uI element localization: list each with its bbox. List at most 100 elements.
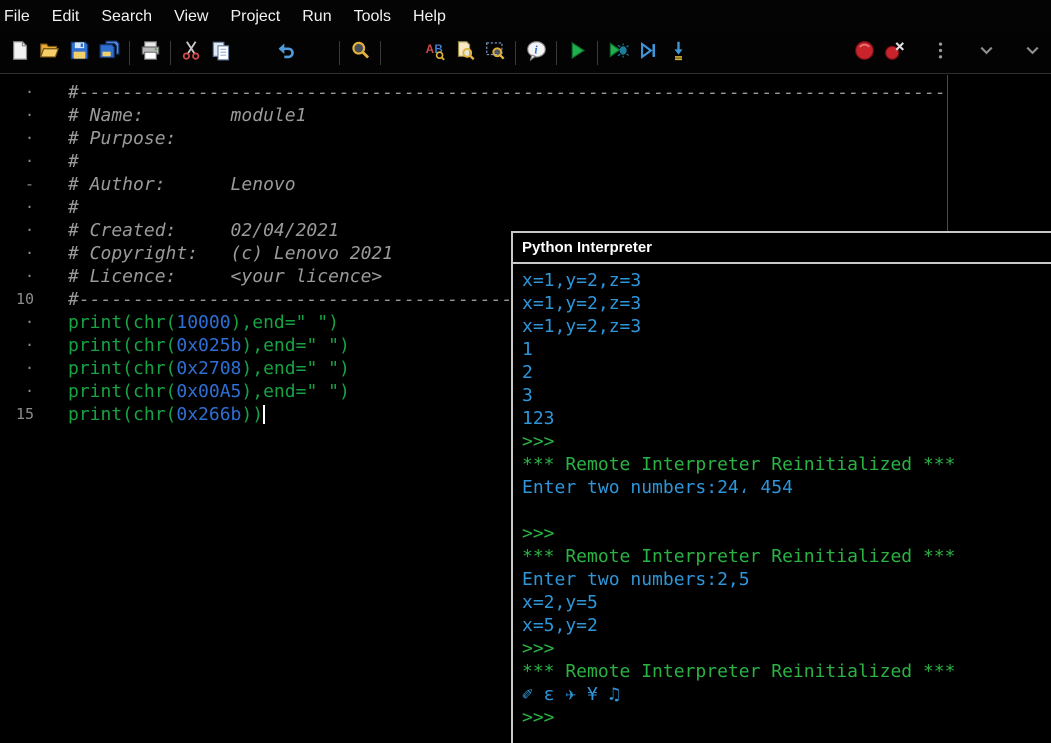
toolbar-separator [556, 41, 557, 65]
interpreter-title-bar[interactable]: Python Interpreter [513, 233, 1051, 264]
find-in-files-icon [455, 40, 476, 66]
gutter-cell[interactable]: · [0, 81, 36, 104]
code-text: print(chr(0x00A5),end=" ") [68, 380, 350, 403]
step-into-button[interactable] [663, 38, 693, 68]
code-line[interactable]: · # Name: module1 [0, 104, 1051, 127]
gutter-cell[interactable]: 10 [0, 288, 36, 311]
run-icon [567, 40, 588, 66]
info-button[interactable]: i [521, 38, 551, 68]
console-line: Enter two numbers:24، 454 [522, 477, 793, 498]
open-folder-button[interactable] [34, 38, 64, 68]
find-in-files-button[interactable] [450, 38, 480, 68]
code-token: " " [295, 312, 329, 333]
console-line: x=1,y=2,z=3 [522, 270, 642, 291]
toolbar-separator [597, 41, 598, 65]
code-line[interactable]: · # [0, 196, 1051, 219]
save-button[interactable] [64, 38, 94, 68]
step-into-icon [668, 40, 689, 66]
code-token: )) [241, 404, 264, 425]
find-button[interactable] [345, 38, 375, 68]
console-line: ✐ ɛ ✈ ¥ ♫ [522, 684, 620, 705]
find-replace-button[interactable]: AB [420, 38, 450, 68]
comment-token: # Purpose: [68, 128, 177, 149]
toolbar-separator [515, 41, 516, 65]
menu-edit[interactable]: Edit [41, 1, 91, 33]
new-file-button[interactable] [4, 38, 34, 68]
code-text: # Author: Lenovo [68, 173, 296, 196]
code-token: ) [338, 381, 350, 402]
debug-button[interactable] [603, 38, 633, 68]
new-file-icon [9, 40, 30, 66]
console-line: x=5,y=2 [522, 615, 598, 636]
menu-run[interactable]: Run [291, 1, 342, 33]
code-line[interactable]: - # Author: Lenovo [0, 173, 1051, 196]
open-folder-icon [39, 40, 60, 66]
code-text: print(chr(10000),end=" ") [68, 311, 339, 334]
chevron-down-button[interactable] [971, 38, 1001, 68]
code-token: 0x266b [176, 404, 242, 425]
copy-button[interactable] [206, 38, 236, 68]
gutter-cell[interactable]: · [0, 334, 36, 357]
print-button[interactable] [135, 38, 165, 68]
overflow-button[interactable] [925, 38, 955, 68]
code-token: 0x025b [176, 335, 242, 356]
gutter-cell[interactable]: · [0, 219, 36, 242]
code-line[interactable]: · # Purpose: [0, 127, 1051, 150]
gutter-cell[interactable]: · [0, 196, 36, 219]
save-all-button[interactable] [94, 38, 124, 68]
menu-project[interactable]: Project [219, 1, 291, 33]
disconnect-button[interactable] [879, 38, 909, 68]
comment-token: # Licence: <your licence> [68, 266, 383, 287]
menu-file[interactable]: File [0, 1, 41, 33]
console-line: x=2,y=5 [522, 592, 598, 613]
code-token: " " [306, 335, 339, 356]
toolbar-separator [380, 41, 381, 65]
menu-tools[interactable]: Tools [343, 1, 402, 33]
code-token: print(chr( [68, 312, 177, 333]
text-cursor [263, 405, 266, 424]
info-icon: i [526, 40, 547, 66]
cut-button[interactable] [176, 38, 206, 68]
chevron-down-button[interactable] [1017, 38, 1047, 68]
copy-icon [211, 40, 232, 66]
console-line: 3 [522, 385, 533, 406]
console-line: x=1,y=2,z=3 [522, 316, 642, 337]
gutter-cell[interactable]: 15 [0, 403, 36, 426]
comment-token: # Name: module1 [68, 105, 307, 126]
gutter-cell[interactable]: · [0, 104, 36, 127]
gutter-cell[interactable]: · [0, 127, 36, 150]
code-line[interactable]: · # [0, 150, 1051, 173]
code-token: ) [338, 358, 350, 379]
code-token: print(chr( [68, 335, 177, 356]
chevron-down-icon [976, 40, 997, 66]
code-token: " " [306, 381, 339, 402]
run-button[interactable] [562, 38, 592, 68]
undo-button[interactable] [270, 38, 300, 68]
menu-help[interactable]: Help [402, 1, 457, 33]
console-line: 1 [522, 339, 533, 360]
gutter-cell[interactable]: · [0, 150, 36, 173]
gutter-cell[interactable]: · [0, 380, 36, 403]
code-line[interactable]: · #--------------------------------------… [0, 81, 1051, 104]
gutter-cell[interactable]: · [0, 311, 36, 334]
comment-token: #---------------------------------------… [68, 82, 946, 103]
find-icon [350, 40, 371, 66]
gutter-cell[interactable]: · [0, 242, 36, 265]
run-to-cursor-button[interactable] [633, 38, 663, 68]
menu-view[interactable]: View [163, 1, 219, 33]
comment-token: # [68, 197, 79, 218]
toolbar: AB i [0, 33, 1051, 74]
find-region-button[interactable] [480, 38, 510, 68]
code-token: 0x00A5 [176, 381, 242, 402]
code-text: # [68, 196, 79, 219]
interpreter-output[interactable]: x=1,y=2,z=3 x=1,y=2,z=3 x=1,y=2,z=3 1 2 3 123 >… [513, 264, 1051, 729]
gutter-cell[interactable]: · [0, 265, 36, 288]
code-token: print(chr( [68, 358, 177, 379]
stop-button[interactable] [849, 38, 879, 68]
gutter-cell[interactable]: - [0, 173, 36, 196]
menu-search[interactable]: Search [90, 1, 163, 33]
gutter-cell[interactable]: · [0, 357, 36, 380]
code-text: print(chr(0x2708),end=" ") [68, 357, 350, 380]
code-text: #---------------------------------------… [68, 81, 946, 104]
